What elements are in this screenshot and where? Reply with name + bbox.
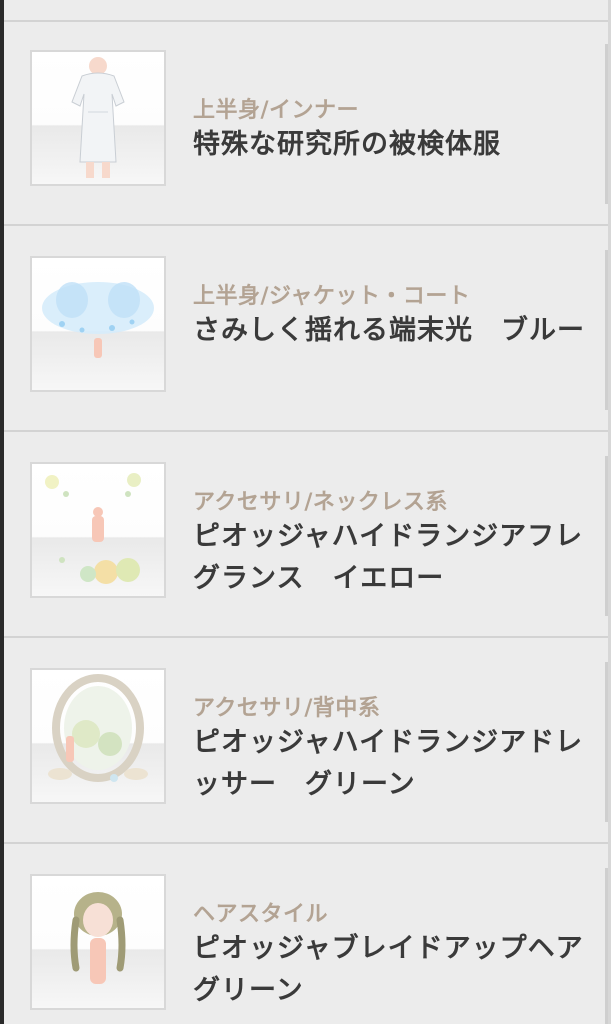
list-item[interactable]: 上半身/ジャケット・コート さみしく揺れる端末光 ブルー bbox=[4, 228, 608, 432]
list-item[interactable]: アクセサリ/背中系 ピオッジャハイドランジアドレッサー グリーン bbox=[4, 640, 608, 844]
hydrangea-dresser-icon bbox=[48, 674, 148, 782]
list-item[interactable]: ヘアスタイル ピオッジャブレイドアップヘア グリーン bbox=[4, 846, 612, 1024]
item-name: 特殊な研究所の被検体服 bbox=[193, 129, 501, 160]
item-category: アクセサリ/ネックレス系 bbox=[193, 490, 448, 515]
item-list-screen: 上半身/インナー 特殊な研究所の被検体服 上半身/ジャケット・コート さみしく揺… bbox=[0, 0, 614, 1024]
item-thumbnail bbox=[30, 874, 166, 1010]
item-name: ピオッジャハイドランジアフレグランス イエロー bbox=[193, 521, 584, 594]
list-top-edge bbox=[4, 0, 608, 22]
item-category: 上半身/ジャケット・コート bbox=[193, 284, 471, 309]
item-thumbnail bbox=[30, 668, 166, 804]
item-name: さみしく揺れる端末光 ブルー bbox=[193, 315, 585, 346]
list-item[interactable]: 上半身/インナー 特殊な研究所の被検体服 bbox=[4, 22, 608, 226]
item-list[interactable]: 上半身/インナー 特殊な研究所の被検体服 上半身/ジャケット・コート さみしく揺… bbox=[4, 0, 612, 1024]
scrollbar[interactable] bbox=[608, 0, 614, 1024]
item-name: ピオッジャハイドランジアドレッサー グリーン bbox=[193, 727, 584, 800]
white-dress-icon bbox=[71, 57, 125, 178]
item-thumbnail bbox=[30, 50, 166, 186]
item-category: 上半身/インナー bbox=[193, 98, 360, 123]
item-category: アクセサリ/背中系 bbox=[193, 696, 381, 721]
item-thumbnail bbox=[30, 256, 166, 392]
hydrangea-necklace-icon bbox=[45, 473, 141, 584]
item-thumbnail bbox=[30, 462, 166, 598]
blue-light-jacket-icon bbox=[42, 282, 154, 358]
item-name: ピオッジャブレイドアップヘア グリーン bbox=[193, 933, 612, 1006]
list-item[interactable]: アクセサリ/ネックレス系 ピオッジャハイドランジアフレグランス イエロー bbox=[4, 434, 608, 638]
braided-hair-icon bbox=[70, 892, 126, 984]
item-category: ヘアスタイル bbox=[193, 902, 329, 927]
